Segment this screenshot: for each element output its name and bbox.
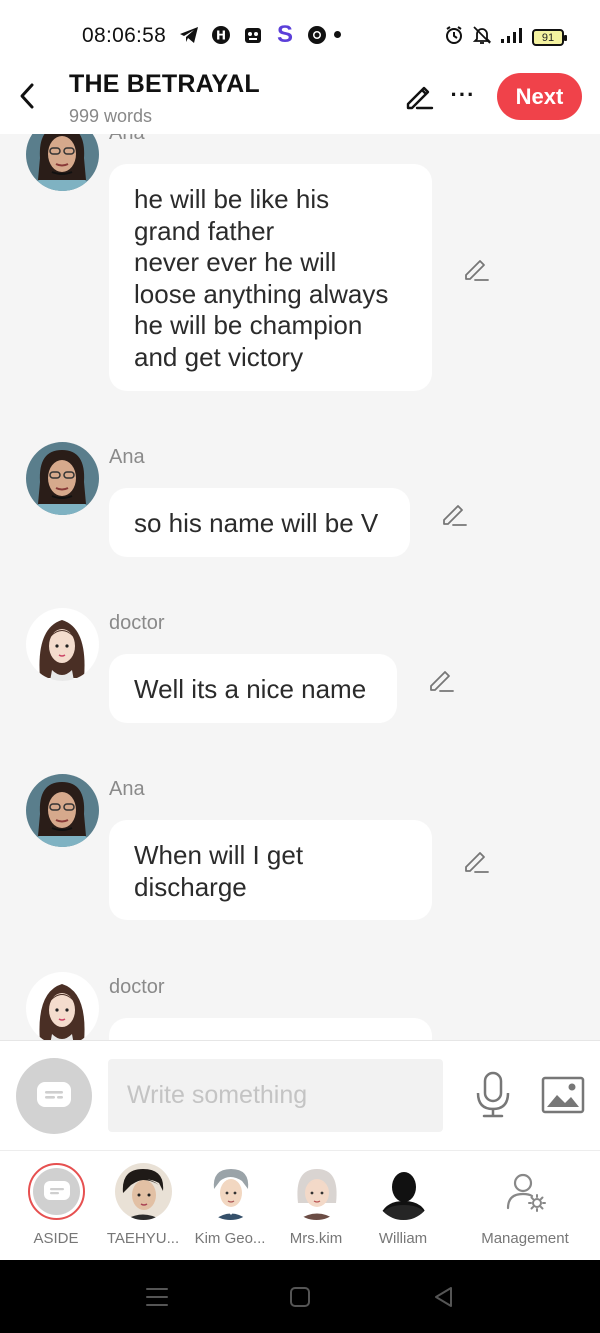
kim-geo-avatar [202,1163,259,1220]
character-aside[interactable]: ASIDE [11,1163,101,1255]
management-icon-wrap [497,1163,554,1220]
battery-icon: 91 [532,29,567,46]
message-input[interactable] [108,1059,443,1132]
character-label: William [378,1230,428,1247]
character-label: Management [481,1230,569,1247]
avatar-ana[interactable] [26,442,99,515]
doctor-avatar-icon [26,972,99,1040]
mrs-kim-avatar-icon [288,1163,345,1220]
system-icons: 91 [444,25,567,50]
edit-title-button[interactable] [403,80,435,112]
home-square-icon [290,1287,310,1307]
system-nav-bar [0,1260,600,1333]
message-bubble[interactable]: Well its a nice name [109,654,397,723]
taehyung-avatar-icon [115,1163,172,1220]
chrome-icon [306,24,328,46]
more-options-button[interactable]: ··· [449,80,477,110]
pencil-icon [465,260,489,281]
avatar-ana[interactable] [26,134,99,191]
pencil-icon [443,505,467,526]
mute-bell-icon [472,25,492,50]
hipstamatic-icon: H [210,24,232,46]
next-button[interactable]: Next [497,73,582,120]
william-avatar-icon [375,1163,432,1220]
back-button[interactable] [12,78,42,114]
edit-message-button[interactable] [427,666,455,694]
message-bubble[interactable]: so his name will be V [109,488,410,557]
william-avatar [375,1163,432,1220]
sender-name: doctor [109,976,165,998]
message-bubble[interactable]: When will I get discharge [109,820,432,920]
ana-avatar-icon [26,442,99,515]
edit-message-button[interactable] [462,847,490,875]
avatar-doctor[interactable] [26,972,99,1040]
microphone-button[interactable] [474,1071,512,1119]
message-bubble[interactable] [109,1018,432,1040]
character-kim-geo[interactable]: Kim Geo... [185,1163,275,1255]
user-settings-icon [506,1173,546,1212]
avatar-doctor[interactable] [26,608,99,681]
status-time: 08:06:58 [82,24,167,47]
notification-dot-icon [334,31,341,38]
character-william[interactable]: William [358,1163,448,1255]
character-label: Kim Geo... [194,1230,266,1247]
aside-toggle-button[interactable] [16,1058,92,1134]
status-bar: 08:06:58 H S 91 [0,0,600,70]
story-header: THE BETRAYAL 999 words ··· Next [0,62,600,134]
sender-name: Ana [109,446,145,468]
character-label: ASIDE [33,1230,79,1247]
chat-bubble-icon [37,1082,71,1107]
telegram-icon [178,24,200,46]
edit-message-button[interactable] [462,255,490,283]
pencil-icon [465,852,489,873]
notification-icons: H S [178,21,328,48]
ana-avatar-icon [26,134,99,191]
microphone-icon [476,1071,510,1118]
message-bubble[interactable]: he will be like his grand father never e… [109,164,432,391]
character-label: TAEHYU... [106,1230,180,1247]
back-triangle-icon [435,1287,452,1307]
mrs-kim-avatar [288,1163,345,1220]
pencil-icon [430,671,454,692]
pencil-icon [406,86,434,110]
doctor-avatar-icon [26,608,99,681]
sender-name: doctor [109,612,165,634]
game-icon [242,24,264,46]
edit-message-button[interactable] [440,500,468,528]
kim-geo-avatar-icon [202,1163,259,1220]
image-upload-button[interactable] [541,1075,585,1115]
home-button[interactable] [287,1284,313,1310]
signal-icon [500,26,524,49]
taehyung-avatar [115,1163,172,1220]
sender-name: Ana [109,778,145,800]
sender-name: Ana [109,134,145,145]
aside-avatar [28,1163,85,1220]
s-app-icon: S [276,21,293,48]
ana-avatar-icon [26,774,99,847]
recent-apps-button[interactable] [144,1284,170,1310]
page-title: THE BETRAYAL [69,70,260,98]
character-taehyung[interactable]: TAEHYU... [98,1163,188,1255]
word-count: 999 words [69,106,153,126]
chevron-left-icon [20,83,34,109]
alarm-icon [444,25,464,50]
menu-icon [146,1288,168,1306]
chat-bubble-icon [43,1180,70,1200]
chat-area[interactable]: Ana he will be like his grand father nev… [0,134,600,1040]
character-management[interactable]: Management [480,1163,570,1255]
image-icon [541,1076,585,1114]
composer [0,1040,600,1150]
avatar-ana[interactable] [26,774,99,847]
svg-text:H: H [216,29,226,43]
character-bar: ASIDE TAEHYU... Kim Geo... Mrs.kim Willi… [0,1150,600,1260]
character-mrs-kim[interactable]: Mrs.kim [271,1163,361,1255]
system-back-button[interactable] [431,1284,457,1310]
character-label: Mrs.kim [289,1230,343,1247]
